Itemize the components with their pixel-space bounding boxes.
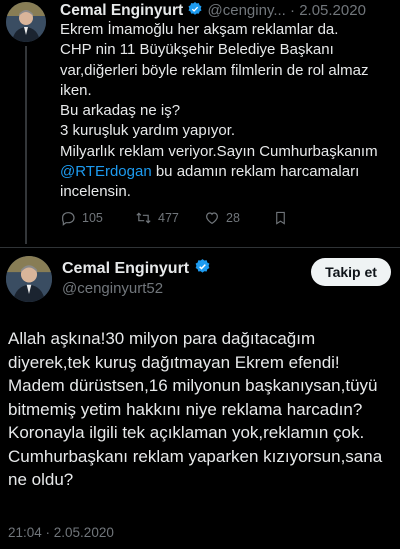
main-tweet-text: Allah aşkına!30 milyon para dağıtacağım … (8, 327, 400, 492)
main-text-line: Allah aşkına!30 milyon para dağıtacağım (8, 329, 316, 348)
reply-text-line: CHP nin 11 Büyükşehir Belediye Başkanı (60, 41, 334, 59)
reply-text-line: Ekrem İmamoğlu her akşam reklamlar da. (60, 21, 339, 38)
retweet-icon (135, 210, 152, 226)
bookmark-action[interactable] (273, 210, 288, 226)
reply-text-line: incelensin. (60, 183, 131, 201)
verified-badge-icon (187, 1, 203, 21)
main-text-line: diyerek,tek kuruş dağıtmayan Ekrem efend… (8, 352, 340, 372)
retweet-count: 477 (158, 211, 179, 225)
tweet-divider (0, 247, 400, 248)
main-text-line: Madem dürüstsen,16 milyonun başkanıysan,… (8, 376, 378, 395)
mention-link[interactable]: @RTErdogan (60, 163, 152, 180)
reply-author-handle[interactable]: @cenginy... (208, 2, 286, 19)
main-author-name-row: Cemal Enginyurt (62, 258, 211, 280)
reply-tweet-text: Ekrem İmamoğlu her akşam reklamlar da. C… (60, 20, 394, 203)
reply-tweet-date[interactable]: 2.05.2020 (299, 2, 366, 19)
reply-author-name[interactable]: Cemal Enginyurt (60, 2, 183, 19)
reply-icon (60, 210, 76, 226)
reply-text-line: 3 kuruşluk yardım yapıyor. (60, 122, 236, 140)
main-text-line: bitmemiş yetim hakkını niye reklama harc… (8, 399, 363, 419)
reply-action[interactable]: 105 (60, 210, 103, 226)
follow-button[interactable]: Takip et (311, 258, 391, 286)
like-action[interactable]: 28 (204, 210, 240, 226)
reply-text-line: Bu arkadaş ne iş? (60, 102, 181, 120)
like-icon (204, 210, 220, 226)
retweet-action[interactable]: 477 (135, 210, 179, 226)
reply-text-line: iken. (60, 81, 92, 99)
main-text-line: Koronayla ilgili tek açıklaman yok,rekla… (8, 423, 365, 442)
main-text-line: ne oldu? (8, 470, 74, 489)
reply-tweet-actions: 105 477 28 (60, 210, 320, 232)
main-author-handle[interactable]: @cenginyurt52 (62, 280, 163, 297)
reply-count: 105 (82, 211, 103, 225)
reply-author-avatar[interactable] (6, 2, 46, 42)
reply-text-line: @RTErdogan bu adamın reklam harcamaları (60, 162, 394, 182)
like-count: 28 (226, 211, 240, 225)
bookmark-icon (273, 210, 288, 226)
reply-text-line: var,diğerleri böyle reklam filmlerin de … (60, 61, 369, 79)
reply-text-fragment: bu adamın reklam harcamaları (151, 163, 360, 181)
main-author-avatar[interactable] (6, 256, 52, 302)
main-tweet-timestamp[interactable]: 21:04 · 2.05.2020 (8, 525, 114, 540)
reply-text-line: Milyarlık reklam veriyor.Sayın Cumhurbaş… (60, 142, 378, 160)
reply-tweet-header: Cemal Enginyurt @cenginy... · 2.05.2020 (60, 1, 366, 21)
separator-dot: · (290, 1, 296, 19)
main-author-name[interactable]: Cemal Enginyurt (62, 260, 189, 277)
verified-badge-icon (194, 258, 211, 280)
thread-connector-line (25, 46, 27, 244)
main-text-line: Cumhurbaşkanı reklam yaparken kızıyorsun… (8, 446, 383, 466)
